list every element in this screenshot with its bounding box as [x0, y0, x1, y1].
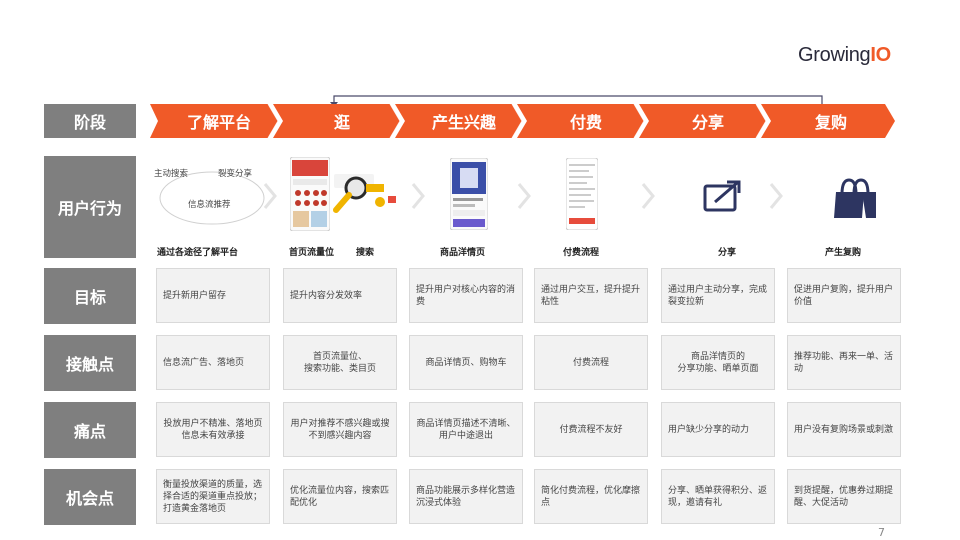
- growingio-logo: GrowingIO: [798, 44, 891, 67]
- payment-phone-image: [566, 158, 598, 230]
- bubble-search-text: 主动搜索: [154, 169, 189, 179]
- stage-label-5: 分享: [691, 113, 724, 132]
- row-label-touchpoint: 接触点: [44, 335, 136, 391]
- touchpoint-cell: 付费流程: [534, 335, 648, 390]
- logo-text: Growing: [798, 44, 871, 66]
- stage-label-4: 付费: [569, 113, 602, 132]
- opportunity-cell: 优化流量位内容，搜索匹配优化: [283, 469, 397, 524]
- goal-cell: 提升内容分发效率: [283, 268, 397, 323]
- row-label-stage: 阶段: [44, 104, 136, 138]
- pain-cell: 投放用户不精准、落地页信息未有效承接: [156, 402, 270, 457]
- row-label-goal: 目标: [44, 268, 136, 324]
- stage-label-6: 复购: [814, 113, 847, 132]
- row-label-pain: 痛点: [44, 402, 136, 458]
- chevron-right-icon: [641, 183, 655, 209]
- behavior-caption-2: 首页流量位: [289, 248, 335, 258]
- pain-cell: 商品详情页描述不清晰、用户中途退出: [409, 402, 523, 457]
- stage-label-2: 逛: [333, 113, 350, 132]
- opportunity-cell: 衡量投放渠道的质量，选择合适的渠道重点投放；打造黄金落地页: [156, 469, 270, 524]
- behavior-caption-3: 搜索: [356, 248, 375, 258]
- chevron-right-icon: [517, 183, 531, 209]
- row-label-behavior: 用户行为: [44, 156, 136, 258]
- bubble-feed-text: 信息流推荐: [188, 200, 231, 210]
- opportunity-cell: 简化付费流程，优化摩擦点: [534, 469, 648, 524]
- opportunity-cell: 到货提醒，优惠券过期提醒、大促活动: [787, 469, 901, 524]
- pain-cell: 付费流程不友好: [534, 402, 648, 457]
- touchpoint-cell: 商品洋情页的 分享功能、晒单页面: [661, 335, 775, 390]
- behavior-caption-5: 付费流程: [563, 248, 600, 258]
- shopping-bag-icon: [834, 178, 876, 218]
- chevron-right-icon: [263, 183, 277, 209]
- goal-cell: 提升新用户留存: [156, 268, 270, 323]
- stage-label-1: 了解平台: [186, 113, 251, 132]
- opportunity-cell: 分享、晒单获得积分、返现，邀请有礼: [661, 469, 775, 524]
- behavior-caption-7: 产生复购: [825, 248, 862, 258]
- touchpoint-cell: 推荐功能、再来一单、活动: [787, 335, 901, 390]
- bubble-share-text: 裂变分享: [218, 169, 253, 179]
- logo-io-text: IO: [870, 44, 891, 66]
- touchpoint-cell: 商品详情页、购物车: [409, 335, 523, 390]
- goal-cell: 促进用户复购，提升用户价值: [787, 268, 901, 323]
- product-detail-phone-image: [450, 158, 488, 230]
- behavior-caption-1: 通过各途径了解平台: [157, 248, 239, 258]
- pain-cell: 用户对推荐不感兴趣或搜不到感兴趣内容: [283, 402, 397, 457]
- share-icon: [703, 180, 741, 212]
- row-label-opportunity: 机会点: [44, 469, 136, 525]
- opportunity-cell: 商品功能展示多样化营造沉浸式体验: [409, 469, 523, 524]
- touchpoint-cell: 首页流量位、 搜索功能、类目页: [283, 335, 397, 390]
- chevron-right-icon: [769, 183, 783, 209]
- stage-label-3: 产生兴趣: [431, 113, 496, 132]
- page-number: 7: [878, 526, 885, 539]
- behavior-caption-6: 分享: [718, 248, 737, 258]
- pain-cell: 用户缺少分享的动力: [661, 402, 775, 457]
- goal-cell: 通过用户主动分享，完成裂变拉新: [661, 268, 775, 323]
- goal-cell: 通过用户交互，提升提升粘性: [534, 268, 648, 323]
- behavior-caption-4: 商品洋情页: [440, 248, 486, 258]
- goal-cell: 提升用户对核心内容的消费: [409, 268, 523, 323]
- touchpoint-cell: 信息流广告、落地页: [156, 335, 270, 390]
- homepage-phone-image: [290, 157, 330, 231]
- chevron-right-icon: [411, 183, 425, 209]
- search-illustration-icon: [333, 174, 396, 213]
- pain-cell: 用户没有复购场景或刺激: [787, 402, 901, 457]
